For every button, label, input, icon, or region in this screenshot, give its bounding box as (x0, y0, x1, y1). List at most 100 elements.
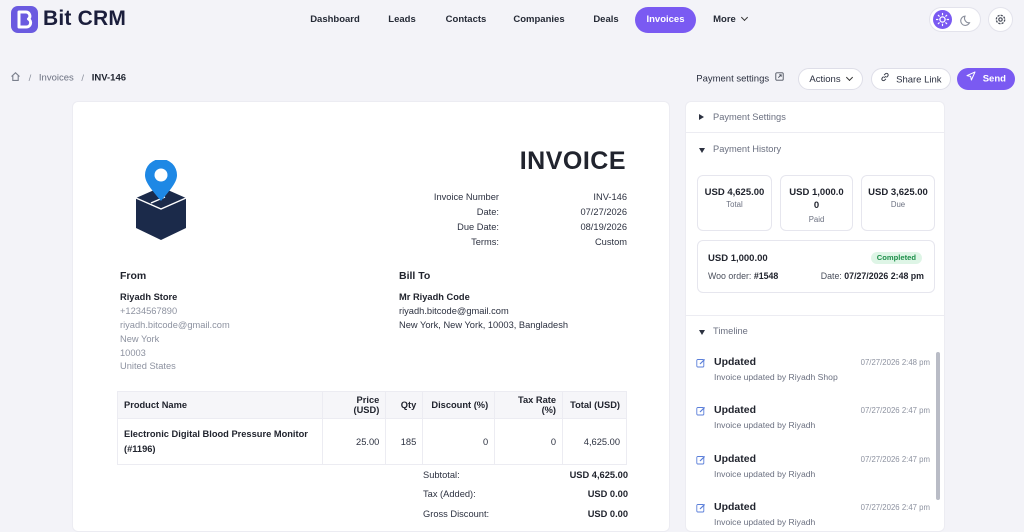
summary-paid-label: Paid (808, 215, 825, 224)
breadcrumb-separator: / (81, 72, 85, 84)
from-zip: 10003 (120, 348, 146, 358)
timeline-title: Updated (714, 404, 756, 416)
bill-to-email: riyadh.bitcode@gmail.com (399, 306, 509, 316)
col-discount: Discount (%) (422, 391, 496, 419)
timeline-title: Updated (714, 356, 756, 368)
app-name: Bit CRM (43, 7, 127, 30)
top-navbar: Bit CRM Dashboard Leads Contacts Compani… (0, 0, 1024, 40)
price-cell: 25.00 (322, 418, 387, 465)
from-name: Riyadh Store (120, 292, 178, 302)
nav-companies[interactable]: Companies (507, 7, 571, 33)
breadcrumb-invoices[interactable]: Invoices (39, 73, 74, 84)
product-name: Electronic Digital Blood Pressure Monito… (124, 428, 308, 439)
table-header-row: Product Name Price (USD) Qty Discount (%… (116, 391, 627, 419)
payment-date: Date: 07/27/2026 2:48 pm (821, 271, 924, 281)
col-price: Price (USD) (322, 391, 387, 419)
meta-value: 08/19/2026 (580, 222, 627, 232)
items-table: Product Name Price (USD) Qty Discount (%… (116, 391, 627, 465)
nav-deals[interactable]: Deals (585, 7, 627, 33)
from-email: riyadh.bitcode@gmail.com (120, 320, 230, 330)
meta-value: INV-146 (593, 192, 627, 202)
timeline-item: Updated 07/27/2026 2:47 pm Invoice updat… (686, 402, 936, 450)
gross-discount-value: USD 0.00 (587, 509, 628, 519)
meta-invoice-number-value: INV-146 (523, 192, 627, 206)
caret-down-icon (699, 148, 705, 153)
payment-date-value: 07/27/2026 2:48 pm (844, 271, 924, 281)
from-phone: +1234567890 (120, 306, 178, 316)
nav-invoices[interactable]: Invoices (635, 7, 696, 33)
external-link-icon (775, 68, 784, 90)
chevron-down-icon (740, 13, 748, 22)
actions-dropdown[interactable]: Actions (798, 68, 863, 90)
timeline-date: 07/27/2026 2:47 pm (860, 455, 930, 464)
meta-label: Date: (476, 207, 499, 217)
timeline-title: Updated (714, 453, 756, 465)
moon-icon[interactable] (958, 11, 976, 29)
breadcrumb-current: INV-146 (91, 72, 127, 84)
summary-paid-amount: USD 1,000.0 0 (781, 186, 852, 212)
payment-amount: USD 1,000.00 (708, 253, 768, 264)
timeline-scrollbar[interactable] (936, 352, 940, 500)
timeline-desc: Invoice updated by Riyadh Shop (714, 372, 838, 382)
edit-icon (696, 503, 706, 513)
timeline-date: 07/27/2026 2:48 pm (860, 358, 930, 367)
qty-cell: 185 (385, 418, 424, 465)
sun-icon[interactable] (933, 10, 952, 29)
edit-icon (696, 406, 706, 416)
nav-more[interactable]: More (706, 7, 754, 33)
payment-settings-label: Payment settings (696, 73, 770, 85)
nav-leads[interactable]: Leads (381, 7, 423, 33)
product-name-cell: Electronic Digital Blood Pressure Monito… (116, 418, 324, 465)
nav-dashboard[interactable]: Dashboard (303, 7, 367, 33)
timeline-date: 07/27/2026 2:47 pm (860, 503, 930, 512)
bill-to-heading: Bill To (399, 270, 431, 282)
theme-toggle[interactable] (929, 7, 981, 32)
invoice-title: INVOICE (519, 147, 626, 175)
invoice-document: INVOICE Invoice Number INV-146 Date: 07/… (72, 101, 670, 532)
breadcrumb-separator: / (28, 72, 32, 84)
summary-paid-card: USD 1,000.0 0 Paid (780, 175, 853, 231)
summary-total-label: Total (726, 200, 743, 209)
summary-due-label: Due (890, 200, 906, 209)
side-panel: Payment Settings Payment History USD 4,6… (685, 101, 945, 532)
timeline-item: Updated 07/27/2026 2:47 pm Invoice updat… (686, 499, 936, 531)
summary-total-card: USD 4,625.00 Total (697, 175, 772, 231)
payment-settings-accordion-label: Payment Settings (713, 112, 786, 122)
subtotal-label: Subtotal: (423, 470, 460, 480)
gross-discount-label: Gross Discount: (423, 509, 490, 519)
table-row: Electronic Digital Blood Pressure Monito… (116, 418, 627, 465)
home-icon[interactable] (10, 72, 21, 85)
product-id: (#1196) (124, 443, 156, 454)
tax-label: Tax (Added): (423, 489, 476, 499)
meta-label: Terms: (471, 237, 499, 247)
nav-contacts[interactable]: Contacts (438, 7, 494, 33)
meta-terms-value: Custom (523, 237, 627, 251)
bill-to-address: New York, New York, 10003, Bangladesh (399, 320, 569, 330)
col-tax-rate: Tax Rate (%) (494, 391, 564, 419)
col-qty: Qty (385, 391, 424, 419)
meta-label: Invoice Number (433, 192, 499, 202)
edit-icon (696, 455, 706, 465)
caret-right-icon (699, 114, 704, 120)
nav-more-label: More (713, 14, 736, 25)
payment-date-label: Date: (820, 271, 842, 281)
timeline-desc: Invoice updated by Riyadh (714, 469, 816, 479)
payment-settings-accordion[interactable]: Payment Settings (686, 102, 944, 133)
share-link-label: Share Link (896, 74, 942, 86)
total-cell: 4,625.00 (562, 418, 627, 465)
timeline-accordion-label: Timeline (713, 326, 748, 336)
chevron-down-icon (845, 73, 853, 82)
meta-terms: Terms: (373, 237, 499, 251)
bitcrm-logo-icon[interactable] (11, 6, 38, 33)
payment-history-accordion[interactable]: Payment History (686, 134, 944, 165)
send-button[interactable]: Send (957, 68, 1015, 90)
discount-cell: 0 (422, 418, 496, 465)
gear-icon[interactable] (988, 7, 1013, 32)
from-country: United States (120, 361, 176, 371)
woo-order: Woo order: #1548 (708, 271, 778, 281)
share-link-button[interactable]: Share Link (871, 68, 951, 90)
actions-label: Actions (809, 74, 841, 85)
meta-invoice-number: Invoice Number (373, 192, 499, 206)
timeline-accordion[interactable]: Timeline (686, 316, 944, 347)
payment-settings-button[interactable]: Payment settings (693, 68, 787, 90)
